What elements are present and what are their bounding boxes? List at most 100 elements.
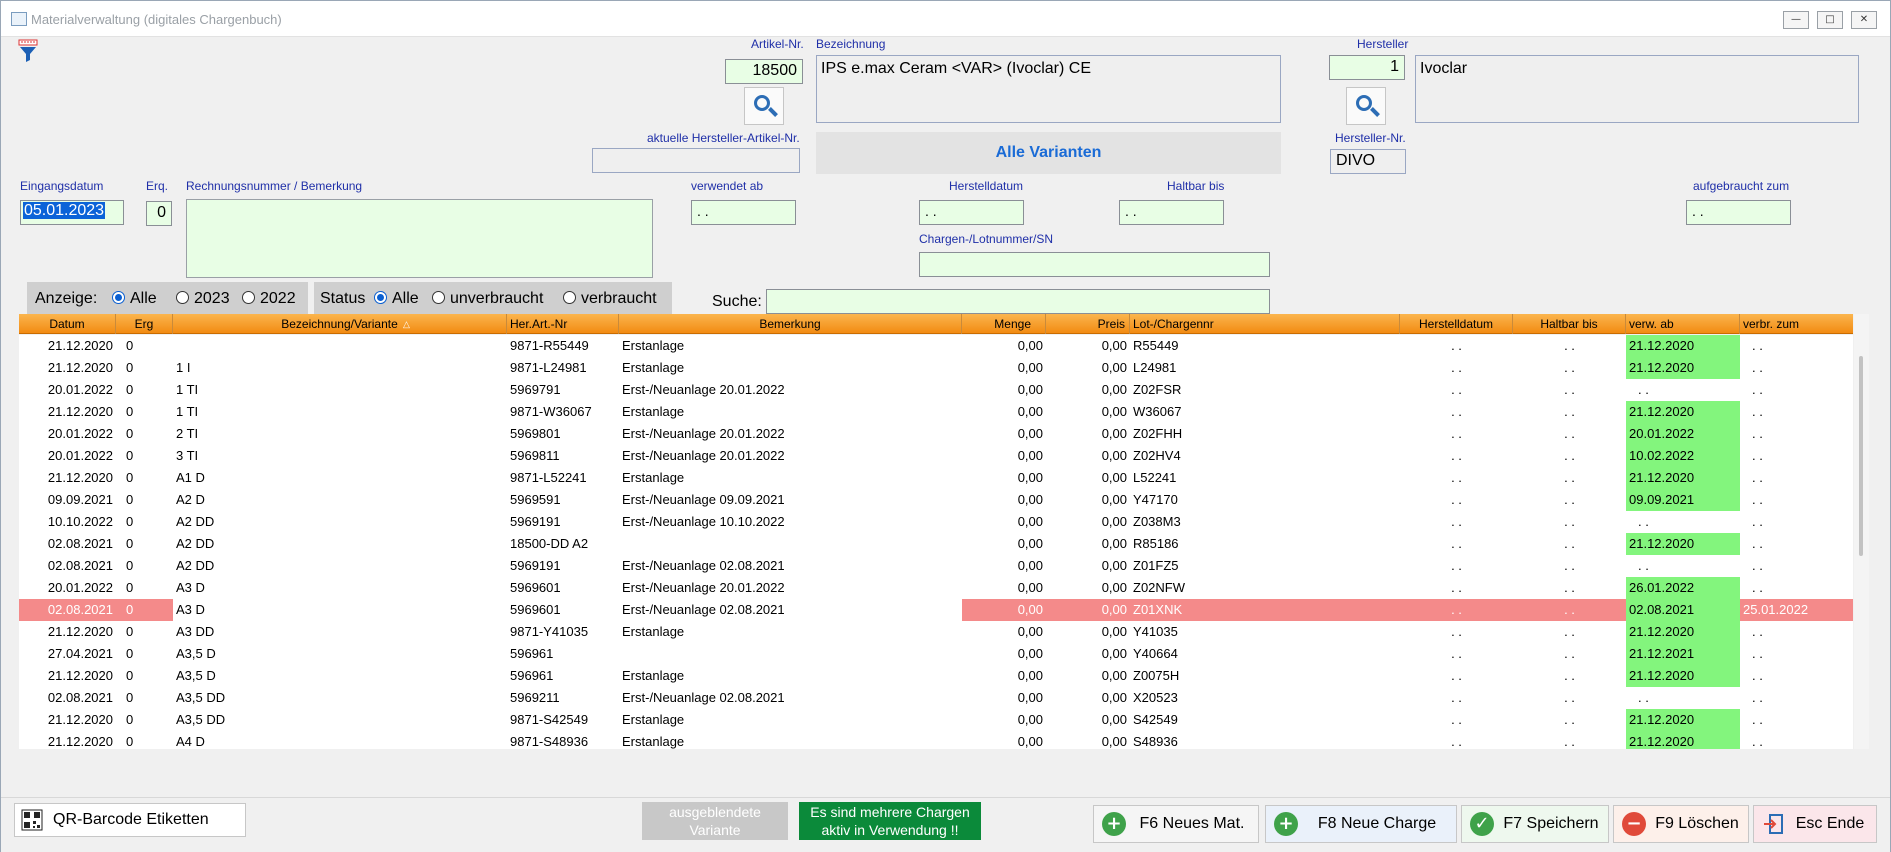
- cell-erg: 0: [126, 448, 134, 463]
- aufgebraucht-field[interactable]: . .: [1686, 200, 1791, 225]
- col-header-erg[interactable]: Erg: [116, 314, 173, 334]
- status-option-alle[interactable]: Alle: [374, 290, 419, 308]
- table-row[interactable]: 10.10.2022 0 A2 DD 5969191 Erst-/Neuanlage 1…: [19, 511, 1853, 533]
- col-header-herstelldatum[interactable]: Herstelldatum: [1400, 314, 1513, 334]
- minimize-button[interactable]: —: [1783, 11, 1809, 29]
- scrollbar-thumb[interactable]: [1859, 356, 1863, 556]
- app-icon: [11, 12, 27, 26]
- table-row[interactable]: 21.12.2020 0 A3,5 D 596961 Erstanlage 0,00 0,0…: [19, 665, 1853, 687]
- cell-haltbar-bis: . .: [1564, 382, 1575, 397]
- cell-menge: 0,00: [1017, 646, 1043, 661]
- bezeichnung-field[interactable]: IPS e.max Ceram <VAR> (Ivoclar) CE: [816, 55, 1281, 123]
- f7-save-button[interactable]: ✓ F7 Speichern: [1461, 805, 1609, 843]
- cell-bemerkung: Erstanlage: [622, 624, 685, 639]
- cell-lot: Z01FZ5: [1133, 558, 1179, 573]
- table-row[interactable]: 02.08.2021 0 A3 D 5969601 Erst-/Neuanlage 02…: [19, 599, 1853, 621]
- eingangsdatum-field[interactable]: 05.01.2023: [20, 200, 124, 225]
- cell-herstelldatum: . .: [1451, 734, 1462, 749]
- filter-icon[interactable]: [18, 39, 38, 63]
- hersteller-field[interactable]: 1: [1329, 55, 1405, 80]
- maximize-button[interactable]: □: [1817, 11, 1843, 29]
- cell-erg: 0: [126, 690, 134, 705]
- hersteller-search-button[interactable]: [1346, 87, 1386, 125]
- verwendet-ab-field[interactable]: . .: [691, 200, 796, 225]
- herstelldatum-label: Herstelldatum: [949, 179, 1024, 193]
- table-row[interactable]: 21.12.2020 0 1 I 9871-L24981 Erstanlage 0,00 0…: [19, 357, 1853, 379]
- akt-hersteller-artikel-field[interactable]: [592, 148, 800, 173]
- table-row[interactable]: 21.12.2020 0 A4 D 9871-S48936 Erstanlage 0,00…: [19, 731, 1853, 749]
- table-row[interactable]: 21.12.2020 0 A3 DD 9871-Y41035 Erstanlage 0,0…: [19, 621, 1853, 643]
- chargen-field[interactable]: [919, 252, 1270, 277]
- col-header-bemerkung[interactable]: Bemerkung: [619, 314, 962, 334]
- hersteller-label: Hersteller: [1357, 37, 1409, 51]
- cell-datum: 21.12.2020: [47, 404, 113, 419]
- table-row[interactable]: 20.01.2022 0 3 TI 5969811 Erst-/Neuanlage 20…: [19, 445, 1853, 467]
- cell-bezeichnung: [173, 335, 507, 357]
- cell-preis: 0,00: [1046, 599, 1130, 621]
- table-row[interactable]: 02.08.2021 0 A2 DD 5969191 Erst-/Neuanlage 0…: [19, 555, 1853, 577]
- f8-new-charge-button[interactable]: + F8 Neue Charge: [1265, 805, 1457, 843]
- status-option-verbraucht[interactable]: verbraucht: [563, 290, 657, 308]
- anzeige-option-2022[interactable]: 2022: [242, 290, 296, 308]
- anzeige-option-2023[interactable]: 2023: [176, 290, 230, 308]
- grid-header: Datum Erg Bezeichnung/Variante △ Her.Art.…: [19, 314, 1853, 334]
- esc-exit-button[interactable]: Esc Ende: [1753, 805, 1877, 843]
- table-row[interactable]: 09.09.2021 0 A2 D 5969591 Erst-/Neuanlage 09…: [19, 489, 1853, 511]
- status-option-unverbraucht[interactable]: unverbraucht: [432, 290, 543, 308]
- cell-herstelldatum: . .: [1451, 668, 1462, 683]
- suche-field[interactable]: [766, 289, 1270, 314]
- cell-menge: 0,00: [1017, 338, 1043, 353]
- cell-haltbar-bis: . .: [1564, 536, 1575, 551]
- plus-icon: +: [1102, 812, 1126, 836]
- artikel-nr-field[interactable]: 18500: [725, 59, 803, 84]
- cell-menge: 0,00: [1017, 492, 1043, 507]
- artikel-search-button[interactable]: [744, 87, 784, 125]
- cell-datum: 21.12.2020: [47, 624, 113, 639]
- cell-lot: L24981: [1133, 360, 1177, 375]
- cell-datum: 02.08.2021: [47, 558, 113, 573]
- table-row[interactable]: 27.04.2021 0 A3,5 D 596961 0,00 0,00 Y40664 . .…: [19, 643, 1853, 665]
- table-row[interactable]: 20.01.2022 0 2 TI 5969801 Erst-/Neuanlage 20…: [19, 423, 1853, 445]
- grid-scrollbar[interactable]: [1854, 314, 1869, 749]
- col-header-bezeichnung[interactable]: Bezeichnung/Variante △: [173, 314, 507, 334]
- qr-barcode-button[interactable]: QR-Barcode Etiketten: [14, 803, 246, 837]
- haltbar-bis-field[interactable]: . .: [1119, 200, 1224, 225]
- cell-verbr-zum: . .: [1752, 382, 1763, 397]
- col-header-lot[interactable]: Lot-/Chargennr: [1130, 314, 1400, 334]
- col-header-datum[interactable]: Datum: [19, 314, 116, 334]
- table-row[interactable]: 02.08.2021 0 A2 DD 18500-DD A2 0,00 0,00 R8518…: [19, 533, 1853, 555]
- table-row[interactable]: 20.01.2022 0 1 TI 5969791 Erst-/Neuanlage 20…: [19, 379, 1853, 401]
- chargen-label: Chargen-/Lotnummer/SN: [919, 232, 1054, 246]
- radio-icon: [432, 291, 445, 304]
- close-button[interactable]: ✕: [1851, 11, 1877, 29]
- col-header-verw-ab[interactable]: verw. ab: [1626, 314, 1740, 334]
- cell-datum: 10.10.2022: [47, 514, 113, 529]
- anzeige-option-alle[interactable]: Alle: [112, 290, 157, 308]
- erq-field[interactable]: 0: [146, 201, 172, 226]
- aufgebraucht-label: aufgebraucht zum: [1693, 179, 1790, 193]
- table-row[interactable]: 20.01.2022 0 A3 D 5969601 Erst-/Neuanlage 20…: [19, 577, 1853, 599]
- col-header-her-art-nr[interactable]: Her.Art.-Nr: [507, 314, 619, 334]
- cell-haltbar-bis: . .: [1513, 599, 1626, 621]
- table-row[interactable]: 02.08.2021 0 A3,5 DD 5969211 Erst-/Neuanlage…: [19, 687, 1853, 709]
- col-header-haltbar-bis[interactable]: Haltbar bis: [1513, 314, 1626, 334]
- rechnung-field[interactable]: [186, 199, 653, 278]
- col-header-preis[interactable]: Preis: [1046, 314, 1130, 334]
- cell-verw-ab: 21.12.2020: [1626, 709, 1740, 731]
- cell-her-art-nr: 9871-S48936: [510, 734, 589, 749]
- hersteller-nr-field[interactable]: DIVO: [1330, 149, 1406, 174]
- herstelldatum-field[interactable]: . .: [919, 200, 1024, 225]
- cell-verbr-zum: . .: [1752, 492, 1763, 507]
- table-row[interactable]: 21.12.2020 0 9871-R55449 Erstanlage 0,00 0,00…: [19, 335, 1853, 357]
- f6-new-material-button[interactable]: + F6 Neues Mat.: [1093, 805, 1259, 843]
- f9-delete-button[interactable]: − F9 Löschen: [1613, 805, 1749, 843]
- table-row[interactable]: 21.12.2020 0 1 TI 9871-W36067 Erstanlage 0,00…: [19, 401, 1853, 423]
- cell-bezeichnung: A3,5 D: [176, 668, 216, 683]
- cell-her-art-nr: 9871-L52241: [510, 470, 587, 485]
- hersteller-name-field[interactable]: Ivoclar: [1415, 55, 1859, 123]
- table-row[interactable]: 21.12.2020 0 A1 D 9871-L52241 Erstanlage 0,00…: [19, 467, 1853, 489]
- col-header-menge[interactable]: Menge: [962, 314, 1046, 334]
- table-row[interactable]: 21.12.2020 0 A3,5 DD 9871-S42549 Erstanlage 0…: [19, 709, 1853, 731]
- title-bar: Materialverwaltung (digitales Chargenbuc…: [1, 1, 1890, 37]
- col-header-verbr-zum[interactable]: verbr. zum: [1740, 314, 1853, 334]
